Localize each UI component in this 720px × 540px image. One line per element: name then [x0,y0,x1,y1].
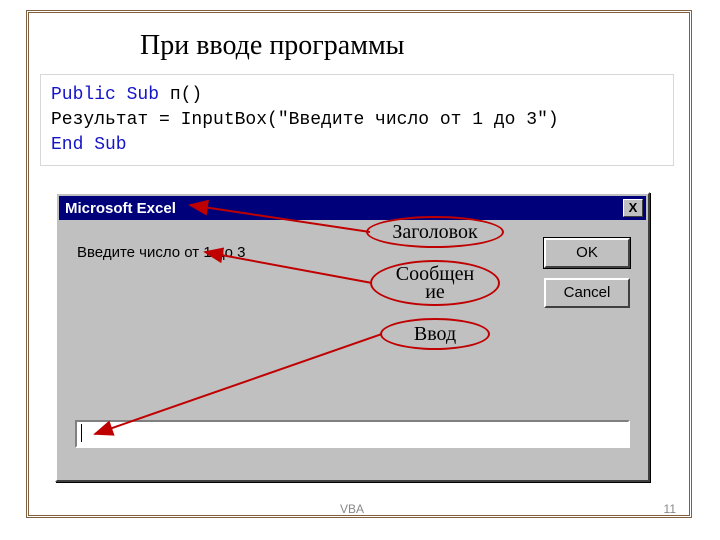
page-number: 11 [664,502,676,516]
code-keyword: End Sub [51,135,127,155]
dialog-titlebar: Microsoft Excel X [59,196,646,220]
inputbox-dialog: Microsoft Excel X Введите число от 1 до … [55,192,650,482]
callout-message: Сообщен ие [370,260,500,306]
dialog-title: Microsoft Excel [65,200,176,217]
code-text: Результат = InputBox("Введите число от 1… [51,110,559,130]
code-text: п() [159,85,202,105]
callout-title: Заголовок [366,216,504,248]
slide-heading: При вводе программы [140,30,404,62]
text-cursor [81,424,82,442]
callout-input: Ввод [380,318,490,350]
close-icon[interactable]: X [623,199,643,217]
code-keyword: Public Sub [51,85,159,105]
dialog-prompt: Введите число от 1 до 3 [77,244,245,261]
code-box: Public Sub п() Результат = InputBox("Вве… [40,74,674,166]
input-field[interactable] [75,420,630,448]
cancel-button[interactable]: Cancel [544,278,630,308]
ok-button[interactable]: OK [544,238,630,268]
footer-label: VBA [340,502,364,516]
